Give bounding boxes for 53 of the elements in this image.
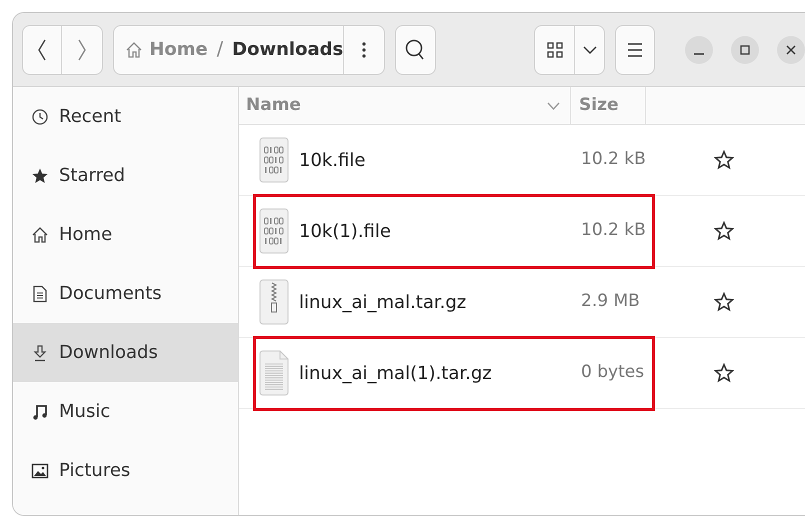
forward-icon (77, 38, 88, 60)
minimize-button[interactable] (685, 36, 713, 64)
chevron-down-icon (582, 46, 597, 54)
sidebar-item[interactable]: Downloads (13, 323, 238, 382)
text-file-icon (259, 350, 289, 396)
file-size: 10.2 kB (580, 219, 646, 242)
file-row[interactable]: linux_ai_mal.tar.gz 2.9 MB (239, 267, 805, 338)
path-segment[interactable]: Downloads (232, 36, 344, 63)
close-button[interactable] (777, 36, 805, 64)
star-icon[interactable] (714, 150, 734, 170)
more-icon (362, 42, 366, 58)
archive-file-icon (259, 279, 289, 325)
sidebar-item[interactable]: Pictures (13, 441, 238, 500)
picture-icon (31, 462, 49, 480)
star-icon[interactable] (714, 363, 734, 383)
document-icon (31, 284, 49, 302)
sidebar-item[interactable]: Starred (13, 146, 238, 205)
home-icon (31, 226, 49, 244)
binary-file-icon (259, 208, 289, 254)
sidebar-item[interactable]: Documents (13, 264, 238, 323)
sidebar-item[interactable]: Recent (13, 87, 238, 146)
clock-icon (31, 108, 49, 126)
binary-file-icon (259, 137, 289, 183)
star-icon (31, 166, 49, 184)
file-row[interactable]: linux_ai_mal(1).tar.gz 0 bytes (239, 338, 805, 409)
menu-button[interactable] (614, 24, 655, 74)
file-name: linux_ai_mal(1).tar.gz (299, 362, 492, 386)
minimize-icon (694, 52, 704, 54)
download-icon (31, 344, 49, 362)
sidebar-item[interactable]: Home (13, 205, 238, 264)
file-row[interactable]: 10k(1).file 10.2 kB (239, 196, 805, 267)
file-size: 0 bytes (580, 361, 646, 384)
search-icon (405, 38, 426, 60)
close-icon (786, 44, 796, 54)
star-icon[interactable] (714, 292, 734, 312)
menu-icon (626, 42, 643, 56)
grid-icon (546, 42, 563, 58)
star-icon[interactable] (714, 221, 734, 241)
file-size: 10.2 kB (580, 148, 646, 172)
file-name: 10k(1).file (299, 220, 391, 244)
maximize-icon (740, 44, 750, 54)
file-row[interactable]: 10k.file 10.2 kB (239, 125, 805, 196)
back-icon (37, 38, 48, 60)
file-name: linux_ai_mal.tar.gz (299, 290, 466, 314)
search-button[interactable] (394, 24, 436, 74)
home-icon (125, 40, 144, 58)
sidebar-item[interactable]: Music (13, 382, 238, 441)
file-name: 10k.file (299, 148, 366, 172)
sort-icon (547, 102, 560, 110)
path-separator: / (216, 37, 224, 62)
music-note-icon (31, 402, 49, 420)
maximize-button[interactable] (731, 36, 759, 64)
file-size: 2.9 MB (580, 290, 641, 314)
